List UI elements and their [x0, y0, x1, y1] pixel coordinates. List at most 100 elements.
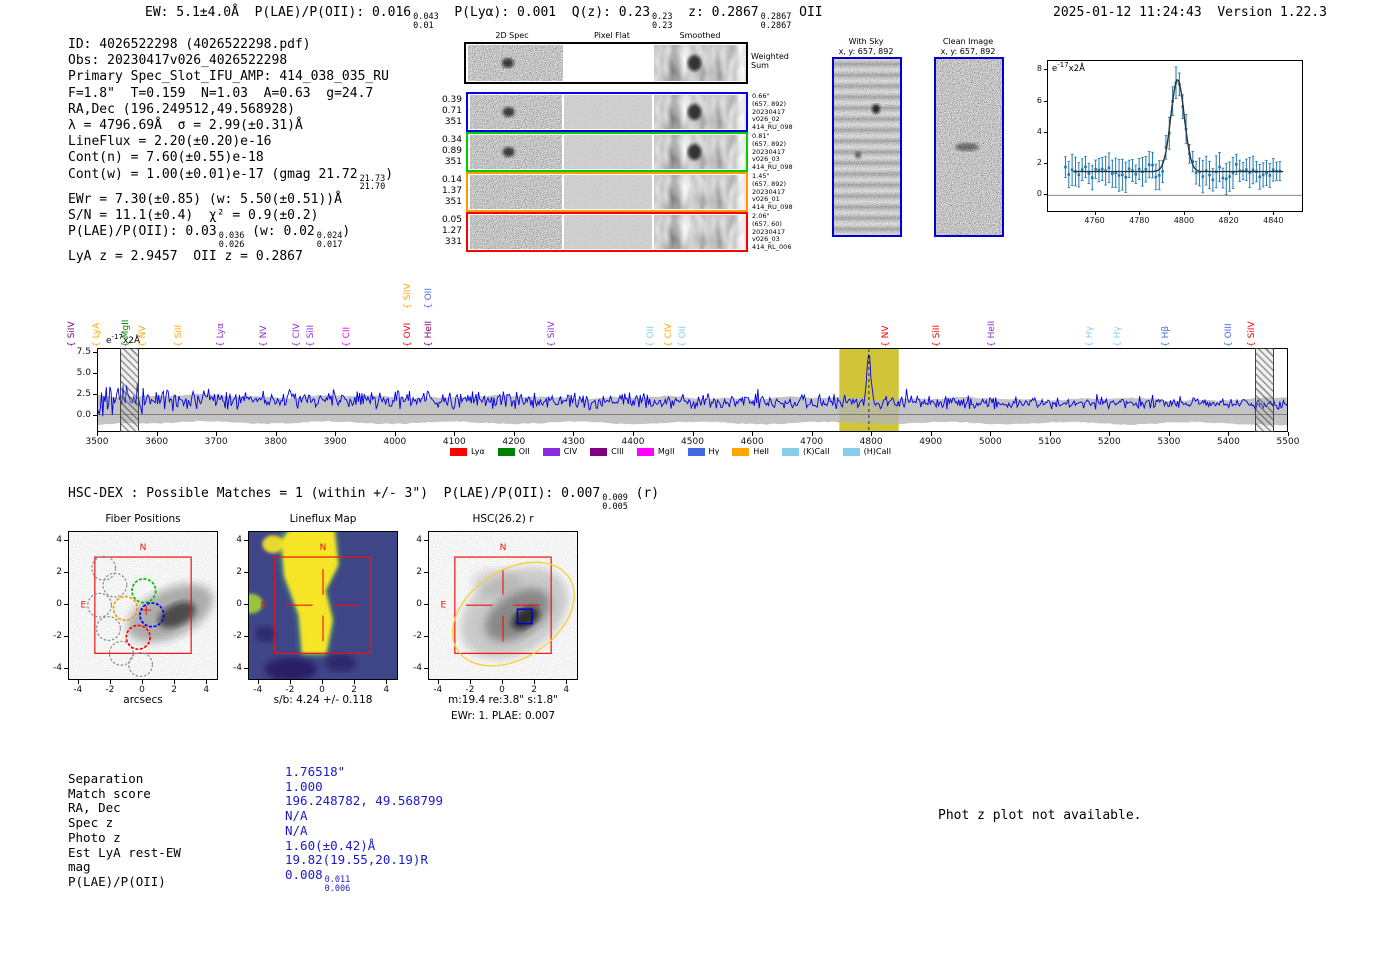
row-left-stats-3: 0.05 1.27 331	[441, 215, 462, 247]
line-label-Hβ-23: { Hβ	[1160, 325, 1171, 347]
col-title-2dspec: 2D Spec	[495, 31, 529, 40]
cut-ytick: 4	[236, 535, 242, 545]
legend-label: MgII	[657, 447, 675, 456]
legend-swatch	[590, 447, 608, 456]
col-title-smoothed: Smoothed	[679, 31, 721, 40]
x-tick-5500: 5500	[1276, 437, 1300, 447]
lineflux-xlabel: s/b: 4.24 +/- 0.118	[273, 694, 373, 706]
inset-flux-units-label: e-17x2Å	[1052, 61, 1085, 74]
match-value-4: N/A	[285, 822, 308, 838]
hsc-cutout-panel: NE	[428, 531, 578, 680]
info-line-0: ID: 4026522298 (4026522298.pdf)	[68, 37, 311, 52]
fiber-positions-panel: NE	[68, 531, 218, 680]
line-label-HeII-20: { HeII	[986, 320, 997, 347]
row-pixelflat-image	[564, 215, 652, 249]
info-line-8: Cont(w) = 1.00(±0.01)e-17 (gmag 21.72 21.…	[68, 166, 394, 193]
legend-item-Hγ: Hγ	[687, 447, 720, 456]
header-summary: EW: 5.1±4.0Å P(LAE)/P(OII): 0.016 0.043 0.…	[145, 5, 823, 31]
match-label-1: Match score	[68, 785, 151, 801]
hsc-dex-summary: HSC-DEX : Possible Matches = 1 (within +…	[68, 486, 660, 512]
hsc-xlabel-2: EWr: 1. PLAE: 0.007	[450, 710, 556, 722]
emission-line-legend: Lyα OII CIV CIII MgII Hγ HeII (K)CaII (H)CaII	[450, 447, 891, 456]
legend-swatch	[450, 447, 467, 456]
weighted-smoothed-image	[654, 45, 746, 81]
cut-xtick: -2	[465, 685, 475, 695]
match-value-7: 0.008 0.011 0.006	[285, 866, 351, 894]
col-title-pixelflat: Pixel Flat	[594, 31, 630, 40]
spec2d-row-0	[466, 92, 748, 132]
inset-ytick-4: 4	[1036, 126, 1042, 136]
inset-ytick-2: 2	[1036, 158, 1042, 168]
line-label-Lyα-5: { Lyα	[215, 322, 226, 347]
row-smoothed-image	[654, 215, 746, 249]
inset-xtick-4760: 4760	[1084, 216, 1105, 225]
match-value-1: 1.000	[285, 778, 323, 794]
row-right-meta-3: 2.06" (657, 60) 20230417 v026_03 414_RL_006	[752, 212, 792, 252]
legend-swatch	[842, 447, 860, 456]
cut-xtick: 4	[383, 685, 390, 695]
weighted-sum-row	[464, 42, 748, 84]
legend-item-OII: OII	[497, 447, 530, 456]
x-tick-4300: 4300	[561, 437, 585, 447]
y-tick-7.5: 7.5	[76, 347, 91, 358]
info-line-9: EWr = 7.30(±0.85) (w: 5.50(±0.51))Å	[68, 191, 342, 207]
info-line-7: Cont(n) = 7.60(±0.55)e-18	[68, 150, 264, 166]
row-left-stats-0: 0.39 0.71 351	[441, 95, 462, 127]
weighted-pixelflat-image	[565, 45, 652, 81]
x-tick-3900: 3900	[323, 437, 347, 447]
legend-item-CIV: CIV	[542, 447, 577, 456]
legend-label: Hγ	[708, 447, 720, 456]
x-tick-4000: 4000	[383, 437, 407, 447]
legend-swatch	[687, 447, 705, 456]
cut-xtick: 0	[139, 685, 145, 695]
cut-ytick: 2	[56, 567, 62, 578]
legend-swatch	[781, 447, 799, 456]
lineflux-map-panel: NE	[248, 531, 398, 680]
match-label-3: Spec z	[68, 815, 114, 831]
cut-xtick: -4	[73, 685, 83, 695]
masked-band-0	[120, 348, 139, 432]
cut-ytick: -2	[233, 631, 242, 642]
row-2dspec-image	[470, 95, 562, 129]
match-label-7: P(LAE)/P(OII)	[68, 873, 166, 889]
cut-xtick: -4	[253, 685, 263, 695]
legend-swatch	[497, 447, 515, 456]
x-tick-5100: 5100	[1038, 437, 1062, 447]
legend-item-Lyα: Lyα	[450, 447, 485, 456]
cut-ytick: 0	[416, 599, 422, 610]
line-label-SiIV-25: { SiIV	[1246, 321, 1257, 347]
inset-xtick-4840: 4840	[1263, 216, 1284, 225]
row-right-meta-2: 1.45" (657, 892) 20230417 v026_01 414_RU_098	[752, 172, 793, 212]
cut-xtick: -4	[433, 685, 443, 695]
row-smoothed-image	[654, 175, 746, 209]
match-label-5: Est LyA rest-EW	[68, 844, 181, 860]
row-pixelflat-image	[564, 95, 652, 129]
y-tick-0.0: 0.0	[76, 410, 91, 421]
legend-item-(K)CaII: (K)CaII	[781, 447, 830, 456]
svg-text:N: N	[320, 543, 327, 553]
match-value-0: 1.76518"	[285, 764, 346, 779]
cut-ytick: -2	[53, 631, 62, 642]
cut-ytick: 0	[236, 599, 242, 610]
cut-xtick: 4	[563, 685, 570, 695]
x-tick-4200: 4200	[502, 437, 526, 447]
line-label-HeII-12: { HeII	[423, 320, 434, 347]
withsky-image	[832, 57, 902, 237]
row-2dspec-image	[470, 215, 562, 249]
legend-item-HeII: HeII	[732, 447, 769, 456]
spec2d-row-2	[466, 172, 748, 212]
masked-band-1	[1255, 348, 1274, 432]
x-tick-4600: 4600	[740, 437, 764, 447]
line-label-OII-17: { OII	[678, 326, 689, 347]
line-label-Hγ-22: { Hγ	[1113, 326, 1124, 347]
legend-label: OII	[518, 447, 530, 456]
line-label-SiIV-14: { SiIV	[546, 321, 557, 347]
legend-label: CIII	[611, 447, 624, 456]
cut-xtick: 2	[531, 685, 537, 695]
x-tick-4800: 4800	[859, 437, 883, 447]
svg-text:E: E	[440, 601, 446, 611]
match-value-3: N/A	[285, 808, 308, 824]
line-fit-plot	[1047, 60, 1303, 212]
svg-text:E: E	[80, 601, 86, 611]
cleanimage-image	[934, 57, 1004, 237]
